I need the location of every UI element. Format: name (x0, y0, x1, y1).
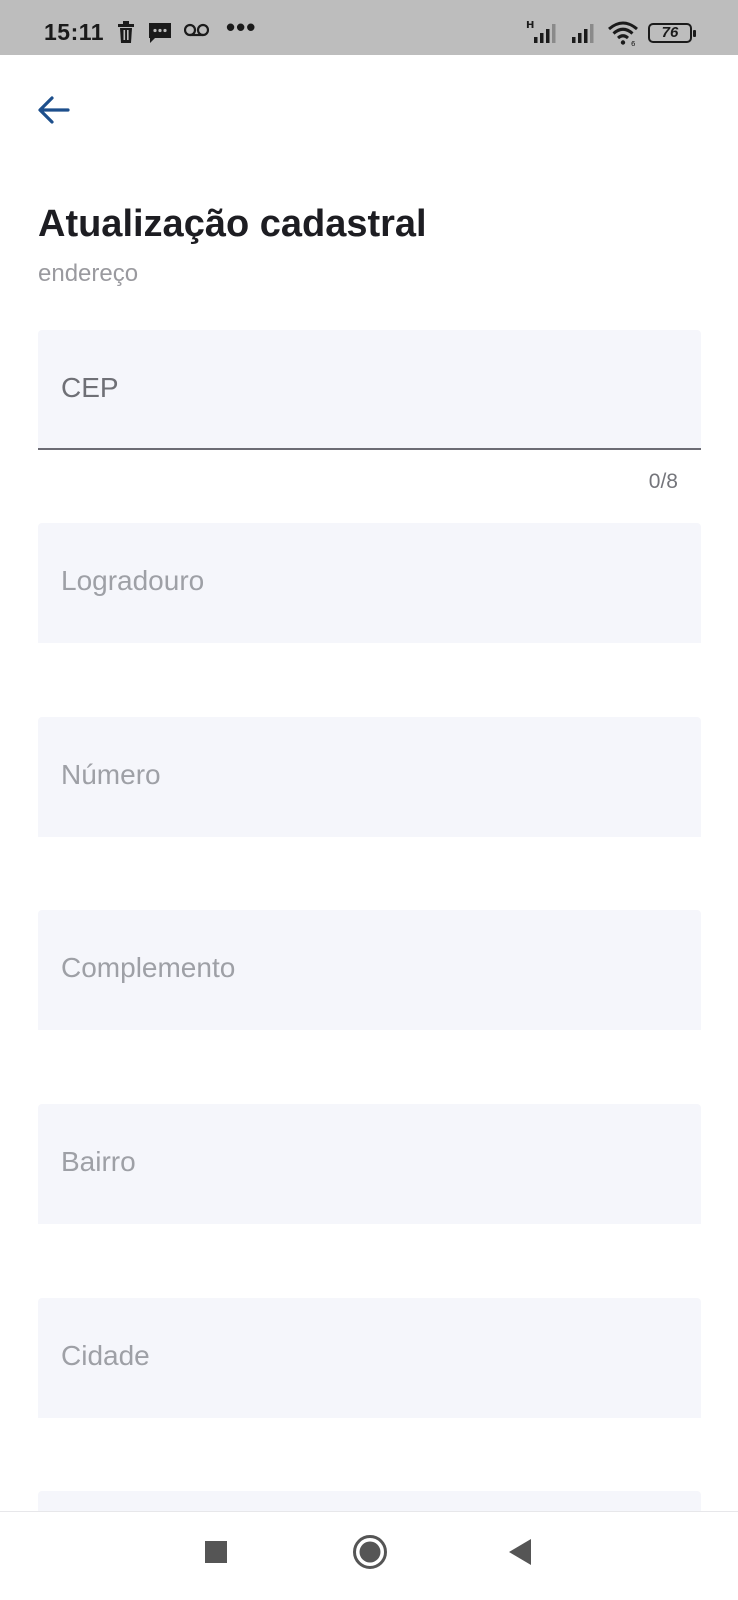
wifi-icon: 6 (608, 21, 638, 46)
navigation-bar (0, 1511, 738, 1600)
signal-icon (572, 24, 594, 43)
cep-counter: 0/8 (648, 470, 678, 493)
svg-text:6: 6 (631, 40, 636, 46)
battery-icon: 76 (648, 23, 696, 43)
circle-home-icon (353, 1535, 387, 1569)
home-button[interactable] (347, 1529, 393, 1575)
cep-field[interactable]: CEP (38, 330, 701, 450)
page-title: Atualização cadastral (38, 203, 427, 245)
triangle-back-icon (509, 1539, 531, 1565)
complemento-field-label: Complemento (61, 952, 236, 983)
trash-icon (118, 21, 134, 43)
cidade-field-label: Cidade (61, 1340, 150, 1371)
bairro-field[interactable]: Bairro (38, 1104, 701, 1224)
status-bar: 15:11 ••• H 6 76 (0, 0, 738, 55)
svg-text:H: H (526, 20, 534, 31)
recents-button[interactable] (196, 1532, 236, 1572)
voicemail-icon (184, 23, 209, 37)
arrow-left-icon (38, 96, 70, 124)
page-subtitle: endereço (38, 260, 139, 287)
more-icon: ••• (226, 12, 257, 42)
cidade-field[interactable]: Cidade (38, 1298, 701, 1418)
cep-field-label: CEP (61, 372, 119, 403)
signal-h-icon: H (526, 20, 556, 43)
logradouro-field[interactable]: Logradouro (38, 523, 701, 643)
complemento-field[interactable]: Complemento (38, 910, 701, 1030)
numero-field-label: Número (61, 759, 161, 790)
battery-level: 76 (661, 24, 679, 41)
status-time: 15:11 (44, 19, 105, 45)
square-recents-icon (205, 1541, 227, 1563)
message-icon (149, 23, 171, 43)
bairro-field-label: Bairro (61, 1146, 136, 1177)
logradouro-field-label: Logradouro (61, 565, 205, 596)
back-button[interactable] (28, 84, 80, 136)
system-back-button[interactable] (500, 1532, 540, 1572)
numero-field[interactable]: Número (38, 717, 701, 837)
